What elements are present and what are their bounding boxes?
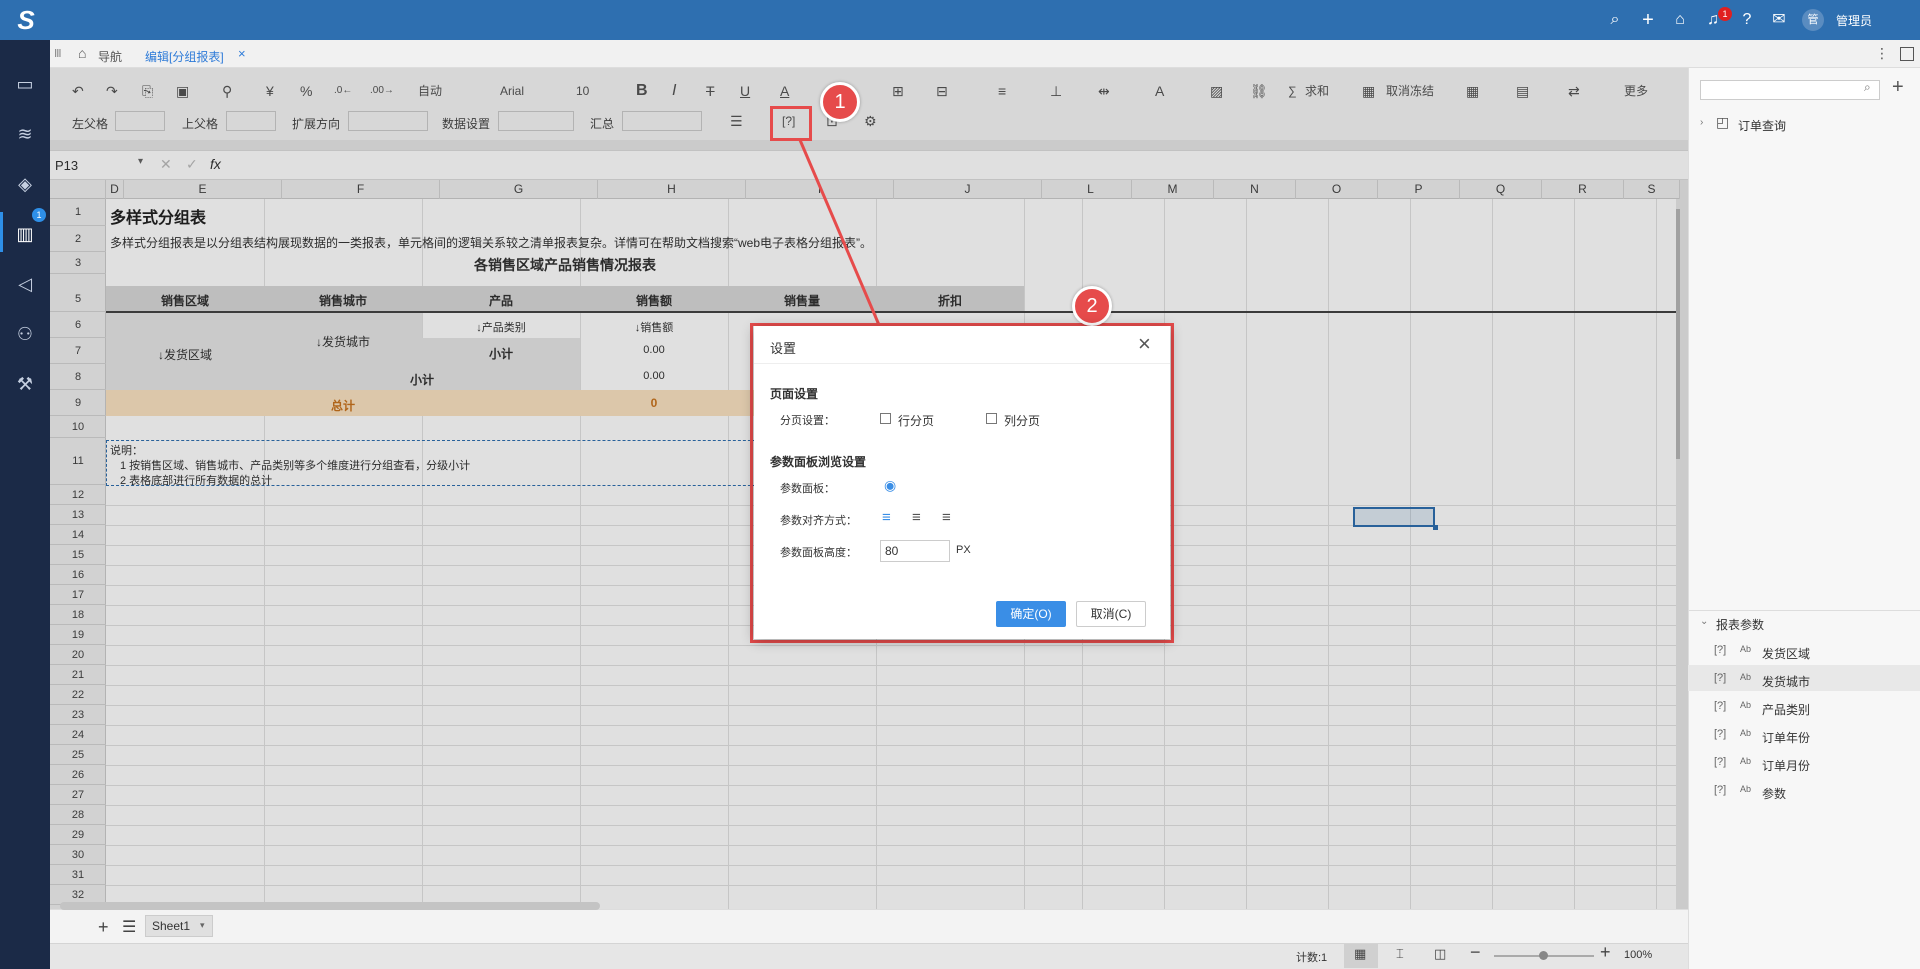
param-prefix: [?] xyxy=(1714,756,1727,768)
sheet-list-icon[interactable]: ☰ xyxy=(122,917,136,937)
param-prefix: [?] xyxy=(1714,784,1727,796)
avatar[interactable]: 管 xyxy=(1802,9,1824,31)
dialog-header xyxy=(754,326,1170,364)
page-break-icon[interactable]: ⌶ xyxy=(1396,946,1404,962)
align-right-icon[interactable]: ≡ xyxy=(942,509,951,526)
param-prefix: [?] xyxy=(1714,644,1727,656)
tools-icon[interactable]: ⚒ xyxy=(13,372,37,396)
param-align-label: 参数对齐方式： xyxy=(780,515,857,527)
annotation-circle-2: 2 xyxy=(1072,286,1112,326)
top-bar xyxy=(0,0,1920,40)
param-prefix: [?] xyxy=(1714,700,1727,712)
zoom-in-icon[interactable]: + xyxy=(1600,942,1611,963)
more-vert-icon[interactable]: ⋮ xyxy=(1875,45,1889,62)
param-height-unit: PX xyxy=(956,544,971,556)
dataset-icon: ◰ xyxy=(1716,114,1730,130)
tab-active[interactable]: 编辑[分组报表] xyxy=(145,48,224,65)
paging-label: 分页设置： xyxy=(780,415,835,427)
page-settings-heading: 页面设置 xyxy=(770,387,819,401)
param-prefix: [?] xyxy=(1714,672,1727,684)
search-icon[interactable]: ⌕ xyxy=(1605,10,1625,30)
param-type: Ab xyxy=(1740,728,1752,738)
sidebar-active-indicator xyxy=(0,212,3,252)
panel-divider xyxy=(1688,610,1920,611)
sheet-bar xyxy=(50,909,1688,943)
page-view-icon[interactable]: ◫ xyxy=(1434,946,1446,962)
monitor-icon[interactable]: ▭ xyxy=(13,72,37,96)
param-item[interactable]: 订单年份 xyxy=(1762,729,1810,746)
plus-icon[interactable]: + xyxy=(1638,10,1658,30)
col-paging-label[interactable]: 列分页 xyxy=(1004,412,1040,429)
send-icon[interactable]: ◁ xyxy=(13,272,37,296)
tree-item-dataset[interactable]: 订单查询 xyxy=(1738,117,1786,134)
zoom-slider-thumb[interactable] xyxy=(1539,951,1548,960)
notification-badge: 1 xyxy=(1718,7,1732,21)
param-item[interactable]: 产品类别 xyxy=(1762,701,1810,718)
add-sheet-icon[interactable]: + xyxy=(98,917,109,938)
database-icon[interactable]: ≋ xyxy=(13,122,37,146)
annotation-circle-1: 1 xyxy=(820,82,860,122)
tab-bar xyxy=(50,40,1920,68)
maximize-icon[interactable] xyxy=(1900,47,1914,61)
horizontal-scrollbar[interactable] xyxy=(60,902,600,910)
zoom-level: 100% xyxy=(1624,949,1653,961)
dialog-close-icon[interactable]: × xyxy=(1138,331,1151,357)
right-panel xyxy=(1688,68,1920,969)
row-paging-label[interactable]: 行分页 xyxy=(898,412,934,429)
add-dataset-icon[interactable]: + xyxy=(1892,76,1904,99)
home-icon[interactable]: ⌂ xyxy=(1670,10,1690,30)
param-type: Ab xyxy=(1740,756,1752,766)
menu-grip-icon[interactable]: Ⅲ xyxy=(54,47,62,60)
home-tab-icon[interactable]: ⌂ xyxy=(78,45,86,61)
annotation-highlight-param-button xyxy=(770,106,812,141)
tab-close-icon[interactable]: × xyxy=(238,46,246,61)
sheet-dropdown-icon[interactable]: ▾ xyxy=(200,920,205,931)
align-center-icon[interactable]: ≡ xyxy=(912,509,921,526)
eye-icon[interactable]: ◉ xyxy=(884,477,896,494)
help-icon[interactable]: ? xyxy=(1737,10,1757,30)
zoom-out-icon[interactable]: − xyxy=(1470,942,1481,963)
param-prefix: [?] xyxy=(1714,728,1727,740)
user-name[interactable]: 管理员 xyxy=(1836,12,1872,29)
param-height-label: 参数面板高度： xyxy=(780,547,857,559)
param-height-value: 80 xyxy=(885,544,899,558)
ok-button[interactable]: 确定(O) xyxy=(996,601,1066,627)
param-item[interactable]: 订单月份 xyxy=(1762,757,1810,774)
sidebar-badge: 1 xyxy=(32,208,46,222)
param-panel-heading: 参数面板浏览设置 xyxy=(770,455,867,469)
param-item[interactable]: 参数 xyxy=(1762,785,1786,802)
tab-home[interactable]: 导航 xyxy=(98,48,122,65)
cancel-button[interactable]: 取消(C) xyxy=(1076,601,1146,627)
cube-icon[interactable]: ◈ xyxy=(13,172,37,196)
logo[interactable]: S xyxy=(8,4,44,36)
col-paging-checkbox[interactable] xyxy=(986,413,997,424)
settings-dialog: 设置 × 页面设置 分页设置： 行分页 列分页 参数面板浏览设置 参数面板： ◉… xyxy=(754,326,1170,639)
param-height-input[interactable]: 80 xyxy=(880,540,950,562)
expand-arrow-icon[interactable]: › xyxy=(1700,117,1703,128)
collapse-arrow-icon[interactable]: ⌄ xyxy=(1700,616,1708,627)
sheet-tab-label: Sheet1 xyxy=(152,919,191,933)
status-count: 计数:1 xyxy=(1296,952,1328,964)
align-left-icon[interactable]: ≡ xyxy=(882,509,891,526)
param-type: Ab xyxy=(1740,700,1752,710)
param-panel-label: 参数面板： xyxy=(780,483,835,495)
param-type: Ab xyxy=(1740,784,1752,794)
params-title[interactable]: 报表参数 xyxy=(1716,616,1764,633)
row-paging-checkbox[interactable] xyxy=(880,413,891,424)
param-type: Ab xyxy=(1740,644,1752,654)
param-item[interactable]: 发货城市 xyxy=(1762,673,1810,690)
chat-icon[interactable]: ✉ xyxy=(1769,10,1789,30)
dataset-search-input[interactable] xyxy=(1700,80,1880,100)
param-item[interactable]: 发货区域 xyxy=(1762,645,1810,662)
search-icon[interactable]: ⌕ xyxy=(1864,80,1871,95)
dialog-title: 设置 xyxy=(770,341,797,356)
grid-view-icon[interactable]: ▦ xyxy=(1354,946,1366,962)
param-type: Ab xyxy=(1740,672,1752,682)
user-settings-icon[interactable]: ⚇ xyxy=(13,322,37,346)
chart-icon[interactable]: ▥ xyxy=(13,222,37,246)
